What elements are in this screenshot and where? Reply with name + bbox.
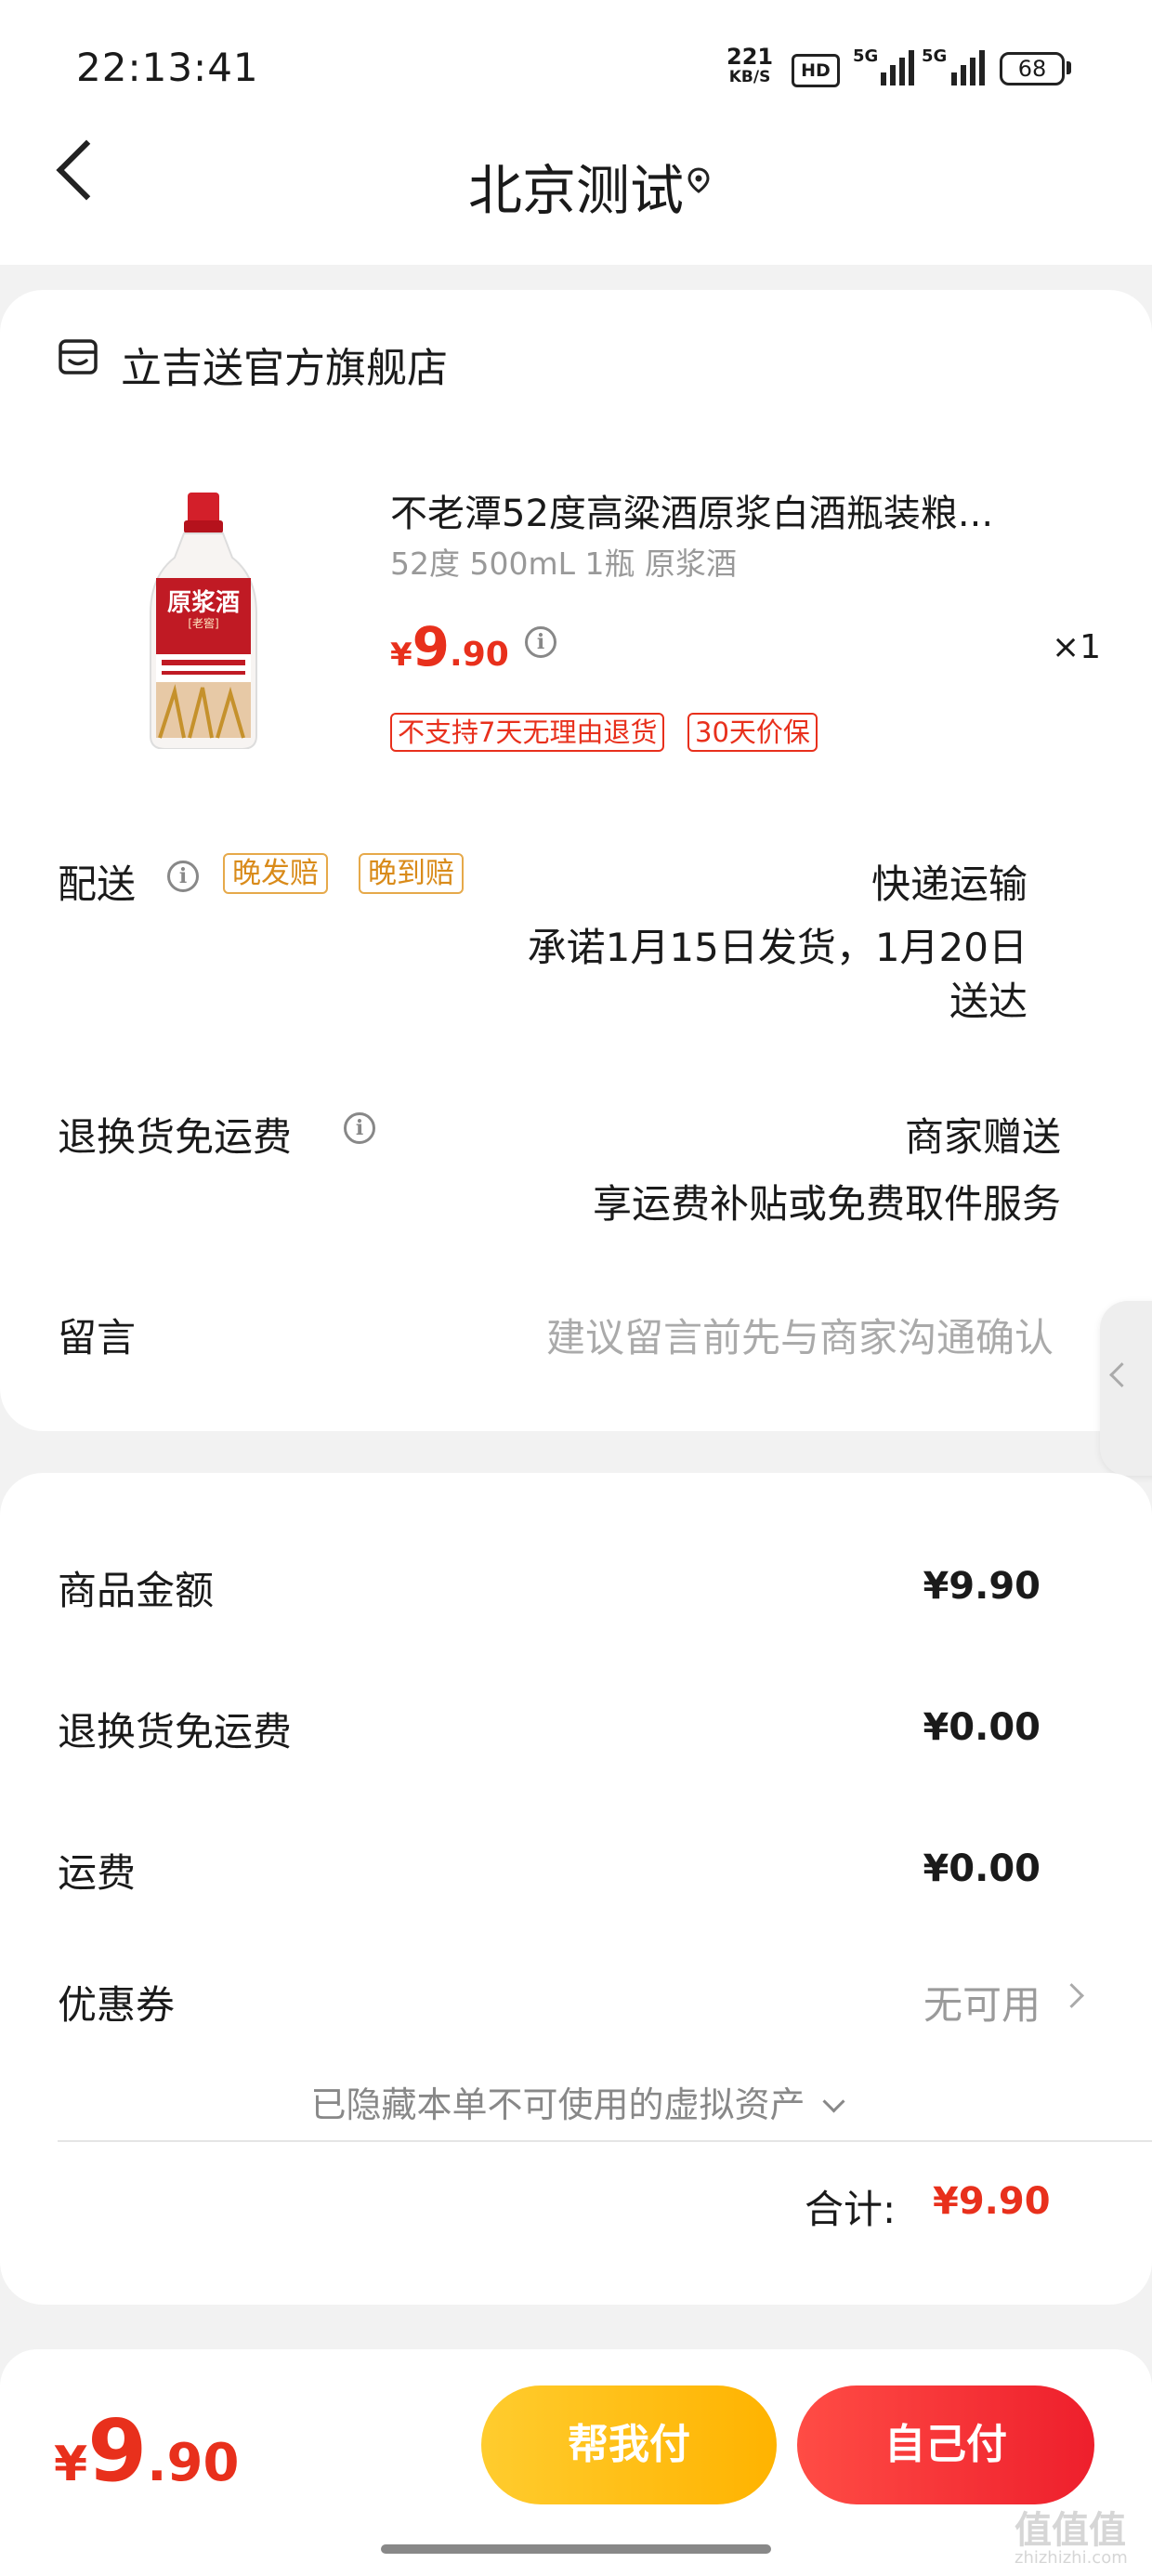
- product-image-label: 原浆酒: [166, 589, 240, 617]
- message-input[interactable]: 建议留言前先与商家沟通确认: [409, 1307, 1054, 1363]
- watermark-site: zhizhizhi.com: [1015, 2548, 1128, 2568]
- watermark-logo: 值值值: [1015, 2509, 1126, 2552]
- coupon-value[interactable]: 无可用: [743, 1974, 1041, 2031]
- summary-divider: [58, 2140, 1152, 2142]
- delivery-promise-line1: 承诺1月15日发货，1月20日: [527, 925, 1028, 970]
- price-integer: 9: [412, 615, 451, 678]
- side-collapse-tab[interactable]: [1100, 1301, 1152, 1476]
- hidden-assets-toggle[interactable]: 已隐藏本单不可使用的虚拟资产: [0, 2076, 1152, 2127]
- tag-price-protect[interactable]: 30天价保: [687, 713, 818, 752]
- message-label: 留言: [58, 1315, 137, 1360]
- delivery-label: 配送: [58, 861, 137, 907]
- product-spec: 52度 500mL 1瓶 原浆酒: [390, 545, 737, 582]
- delivery-promise-line2: 送达: [949, 979, 1028, 1024]
- return-shipping-desc: 享运费补贴或免费取件服务: [592, 1181, 1061, 1227]
- total-value: ¥9.90: [933, 2180, 1051, 2223]
- shop-name[interactable]: 立吉送官方旗舰店: [121, 335, 448, 394]
- return-shipping-value: 商家赠送: [904, 1114, 1061, 1160]
- page-title: 北京测试: [467, 159, 684, 222]
- badge-late-arrive[interactable]: 晚到赔: [359, 853, 464, 894]
- summary-label-return-shipping: 退换货免运费: [58, 1709, 293, 1755]
- chevron-down-icon: [822, 2090, 845, 2113]
- bottom-total-price: ¥9.90: [54, 2401, 239, 2501]
- return-shipping-info-icon[interactable]: i: [344, 1112, 375, 1144]
- signal-5g-icon-2: 5G: [922, 46, 985, 85]
- status-time: 22:13:41: [76, 45, 259, 90]
- product-price: ¥9.90: [390, 615, 509, 678]
- summary-value-return-shipping: ¥0.00: [923, 1706, 1041, 1749]
- location-pin-icon: [687, 167, 710, 193]
- bottom-price-decimal: .90: [147, 2433, 240, 2493]
- product-image-sub: [老窖]: [188, 617, 219, 630]
- top-bar: [0, 0, 1152, 265]
- price-info-icon[interactable]: i: [525, 626, 556, 658]
- tag-no-return: 不支持7天无理由退货: [390, 713, 665, 752]
- summary-label-shipping: 运费: [58, 1850, 137, 1896]
- price-decimal: .90: [450, 636, 509, 674]
- home-indicator[interactable]: [381, 2544, 771, 2554]
- battery-icon: 68: [1000, 52, 1065, 85]
- total-label: 合计:: [805, 2187, 897, 2232]
- signal-5g-label: 5G: [853, 46, 879, 66]
- bottom-price-symbol: ¥: [54, 2437, 88, 2492]
- help-pay-button[interactable]: 帮我付: [481, 2385, 777, 2504]
- battery-tip: [1067, 61, 1071, 74]
- delivery-info-icon[interactable]: i: [167, 861, 199, 892]
- hidden-assets-text: 已隐藏本单不可使用的虚拟资产: [310, 2084, 805, 2125]
- signal-5g-label-2: 5G: [922, 46, 948, 66]
- product-title[interactable]: 不老潭52度高粱酒原浆白酒瓶装粮...: [390, 483, 1073, 537]
- badge-late-ship[interactable]: 晚发赔: [223, 853, 328, 894]
- summary-value-goods: ¥9.90: [923, 1565, 1041, 1608]
- coupon-label: 优惠券: [58, 1982, 176, 2028]
- signal-5g-icon: 5G: [853, 46, 914, 85]
- bottom-price-integer: 9: [87, 2401, 148, 2501]
- network-speed: 221 KB/S: [727, 46, 773, 87]
- summary-label-goods: 商品金额: [58, 1568, 215, 1613]
- delivery-method[interactable]: 快递运输: [483, 853, 1028, 910]
- self-pay-button[interactable]: 自己付: [797, 2385, 1094, 2504]
- return-shipping-label: 退换货免运费: [58, 1114, 293, 1160]
- hd-icon: HD: [792, 54, 840, 87]
- network-speed-value: 221: [727, 44, 774, 70]
- price-symbol: ¥: [390, 637, 412, 674]
- summary-value-shipping: ¥0.00: [923, 1847, 1041, 1890]
- store-icon: [59, 339, 98, 375]
- product-quantity: ×1: [1052, 628, 1102, 666]
- network-speed-unit: KB/S: [728, 68, 771, 86]
